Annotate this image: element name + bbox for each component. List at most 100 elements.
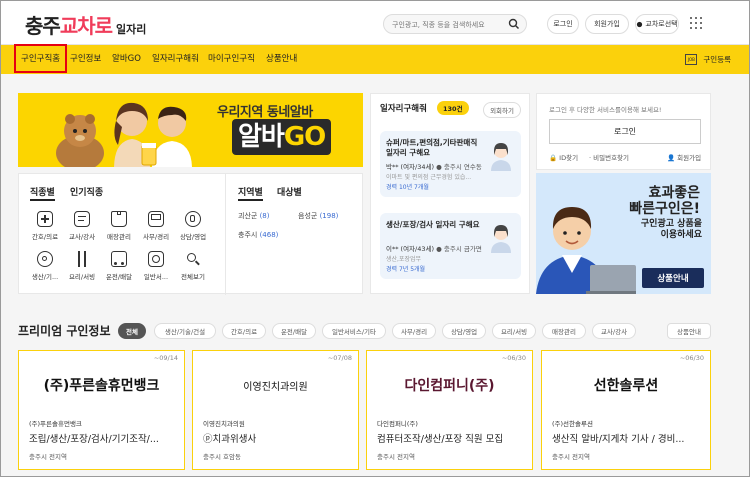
computer-icon xyxy=(148,211,164,227)
register-label: 구인등록 xyxy=(703,55,731,64)
promo-products-button[interactable]: 상품안내 xyxy=(642,268,704,288)
banner-illustration xyxy=(56,102,192,167)
chip-general-service[interactable]: 일반서비스/기타 xyxy=(322,323,386,339)
category-teacher[interactable]: 교사/강사 xyxy=(65,211,99,241)
login-button[interactable]: 로그인 xyxy=(547,14,579,34)
join-link[interactable]: 👤 회원가입 xyxy=(667,152,701,162)
category-driving[interactable]: 운전/배달 xyxy=(102,251,136,281)
find-password-label: 비밀번호찾기 xyxy=(593,154,630,162)
chip-cooking[interactable]: 요리/서빙 xyxy=(492,323,536,339)
search-box xyxy=(383,14,527,34)
category-production[interactable]: 생산/기... xyxy=(28,251,62,281)
logo-section: 일자리 xyxy=(116,23,147,36)
card-person-name: 이** (여자/43세) xyxy=(386,245,435,253)
tab-by-region[interactable]: 지역별 xyxy=(238,185,263,201)
category-sales[interactable]: 상담/영업 xyxy=(176,211,210,241)
chip-office[interactable]: 사무/경리 xyxy=(392,323,436,339)
jobs-wanted-title: 일자리구해줘 xyxy=(380,104,427,114)
company-name: 다인컴퍼니(주) xyxy=(377,420,418,428)
promo-banner[interactable]: 효과좋은 빠른구인은! 구인광고 상품을 이용하세요 상품안내 xyxy=(536,173,711,294)
find-id-link[interactable]: 🔒 ID찾기 xyxy=(549,152,578,162)
find-id-label: ID찾기 xyxy=(559,154,579,162)
login-panel-button[interactable]: 로그인 xyxy=(549,119,701,144)
premium-products-button[interactable]: 상품안내 xyxy=(667,323,711,339)
truck-icon xyxy=(111,251,127,267)
region-name: 괴산군 xyxy=(238,212,258,220)
person-avatar-icon xyxy=(491,225,511,253)
login-message: 로그인 후 다양한 서비스를이용해 보세요! xyxy=(549,106,662,114)
banner-brand: 알바GO xyxy=(232,119,332,155)
nav-find-job[interactable]: 일자리구해줘 xyxy=(152,45,199,74)
card-title: 생산/포장/검사 일자리 구해요 xyxy=(386,220,480,229)
tab-popular-job[interactable]: 인기직종 xyxy=(70,185,103,198)
person-avatar-icon xyxy=(491,143,511,171)
promo-sub-line2: 이용하세요 xyxy=(660,230,702,240)
category-office[interactable]: 사무/경리 xyxy=(139,211,173,241)
region-name: 충주시 xyxy=(238,231,258,239)
region-eumseong[interactable]: 음성군 (198) xyxy=(298,211,338,221)
premium-job-card[interactable]: ~06/30 선한솔루션 (주)선한솔루션 생산직 알바/지게차 기사 / 경비… xyxy=(541,350,711,470)
nav-my-jobs[interactable]: 마이구인구직 xyxy=(208,45,255,74)
card-experience: 경력 10년 7개월 xyxy=(386,184,429,191)
card-person: 이** (여자/43세) ● 충주시 금가면 xyxy=(386,243,482,253)
promo-title-line1: 효과좋은 xyxy=(648,185,700,201)
region-name: 음성군 xyxy=(298,212,318,220)
category-store[interactable]: 매장관리 xyxy=(102,211,136,241)
search-input[interactable] xyxy=(392,17,508,32)
chip-sales[interactable]: 상담/영업 xyxy=(442,323,486,339)
category-cooking[interactable]: 요리/서빙 xyxy=(65,251,99,281)
company-name: (주)선한솔루션 xyxy=(552,420,593,428)
region-count: (198) xyxy=(319,212,339,220)
job-title: 생산직 알바/지게차 기사 / 경비... xyxy=(552,434,685,445)
chip-store[interactable]: 매장관리 xyxy=(542,323,586,339)
promo-illustration xyxy=(536,207,636,294)
all-menu-icon[interactable] xyxy=(690,17,702,29)
site-select-label: 교차로선택 xyxy=(645,20,678,28)
promo-subtitle: 구인광고 상품을 이용하세요 xyxy=(632,219,702,241)
job-seeker-card[interactable]: 생산/포장/검사 일자리 구해요 이** (여자/43세) ● 충주시 금가면 … xyxy=(380,213,521,279)
category-general-service[interactable]: 일반서... xyxy=(139,251,173,281)
tab-by-target[interactable]: 대상별 xyxy=(277,185,302,198)
search-icon[interactable] xyxy=(508,18,520,30)
chip-nursing[interactable]: 간호/의료 xyxy=(222,323,266,339)
nav-products[interactable]: 상품안내 xyxy=(266,45,297,74)
site-logo[interactable]: 충주 교차로 일자리 xyxy=(25,10,146,39)
job-seeker-card[interactable]: 슈퍼/마트,편의점,기타판매직 일자리 구해요 박** (여자/34세) ● 충… xyxy=(380,131,521,197)
category-label: 사무/경리 xyxy=(142,233,170,241)
company-name: 이영진치과의원 xyxy=(203,420,245,428)
albago-banner[interactable]: 우리지역 동네알바 알바GO xyxy=(18,93,363,167)
nav-job-info[interactable]: 구인정보 xyxy=(70,45,101,74)
chip-teacher[interactable]: 교사/강사 xyxy=(592,323,636,339)
promo-sub-line1: 구인광고 상품을 xyxy=(640,219,702,229)
category-label: 일반서... xyxy=(143,273,169,281)
premium-job-card[interactable]: ~09/14 (주)푸른솔휴먼뱅크 (주)푸른솔휴먼뱅크 조립/생산/포장/검사… xyxy=(18,350,185,470)
chip-driving[interactable]: 운전/배달 xyxy=(272,323,316,339)
premium-job-card[interactable]: ~06/30 다인컴퍼니(주) 다인컴퍼니(주) 컴퓨터조작/생산/포장 직원 … xyxy=(366,350,533,470)
tab-by-job[interactable]: 직종별 xyxy=(30,185,55,201)
chip-all[interactable]: 전체 xyxy=(118,323,146,339)
banner-brand-b: GO xyxy=(283,122,326,152)
job-location: 충주시 전지역 xyxy=(552,453,590,461)
nav-albago[interactable]: 알바GO xyxy=(112,45,141,74)
site-select-button[interactable]: 교차로선택 xyxy=(635,14,679,34)
job-location: 충주시 전지역 xyxy=(29,453,67,461)
card-title: 슈퍼/마트,편의점,기타판매직 일자리 구해요 xyxy=(386,138,478,157)
job-register-icon: JOB xyxy=(685,54,698,65)
category-view-all[interactable]: 전체보기 xyxy=(176,251,210,281)
category-label: 교사/강사 xyxy=(68,233,96,241)
logo-city: 충주 xyxy=(25,14,61,38)
jobs-wanted-more-button[interactable]: 외회하기 xyxy=(483,102,521,118)
register-job-button[interactable]: JOB 구인등록 xyxy=(685,54,731,65)
find-password-link[interactable]: · 비밀번호찾기 xyxy=(589,152,629,162)
chip-production[interactable]: 생산/기술/건설 xyxy=(154,323,216,339)
premium-job-card[interactable]: ~07/08 이영진치과의원 이영진치과의원 ⓟ치과위생사 충주시 호암동 xyxy=(192,350,359,470)
region-goesan[interactable]: 괴산군 (8) xyxy=(238,211,269,221)
divider xyxy=(225,174,226,295)
region-chungju[interactable]: 충주시 (468) xyxy=(238,230,278,240)
jobs-wanted-count: 130건 xyxy=(437,101,469,115)
category-label: 전체보기 xyxy=(181,273,205,281)
card-desc: 이마트 및 편의점 근무경험 있습... xyxy=(386,174,472,181)
category-nursing[interactable]: 간호/의료 xyxy=(28,211,62,241)
signup-button[interactable]: 회원가입 xyxy=(585,14,629,34)
card-location-text: 충주시 금가면 xyxy=(443,245,482,253)
